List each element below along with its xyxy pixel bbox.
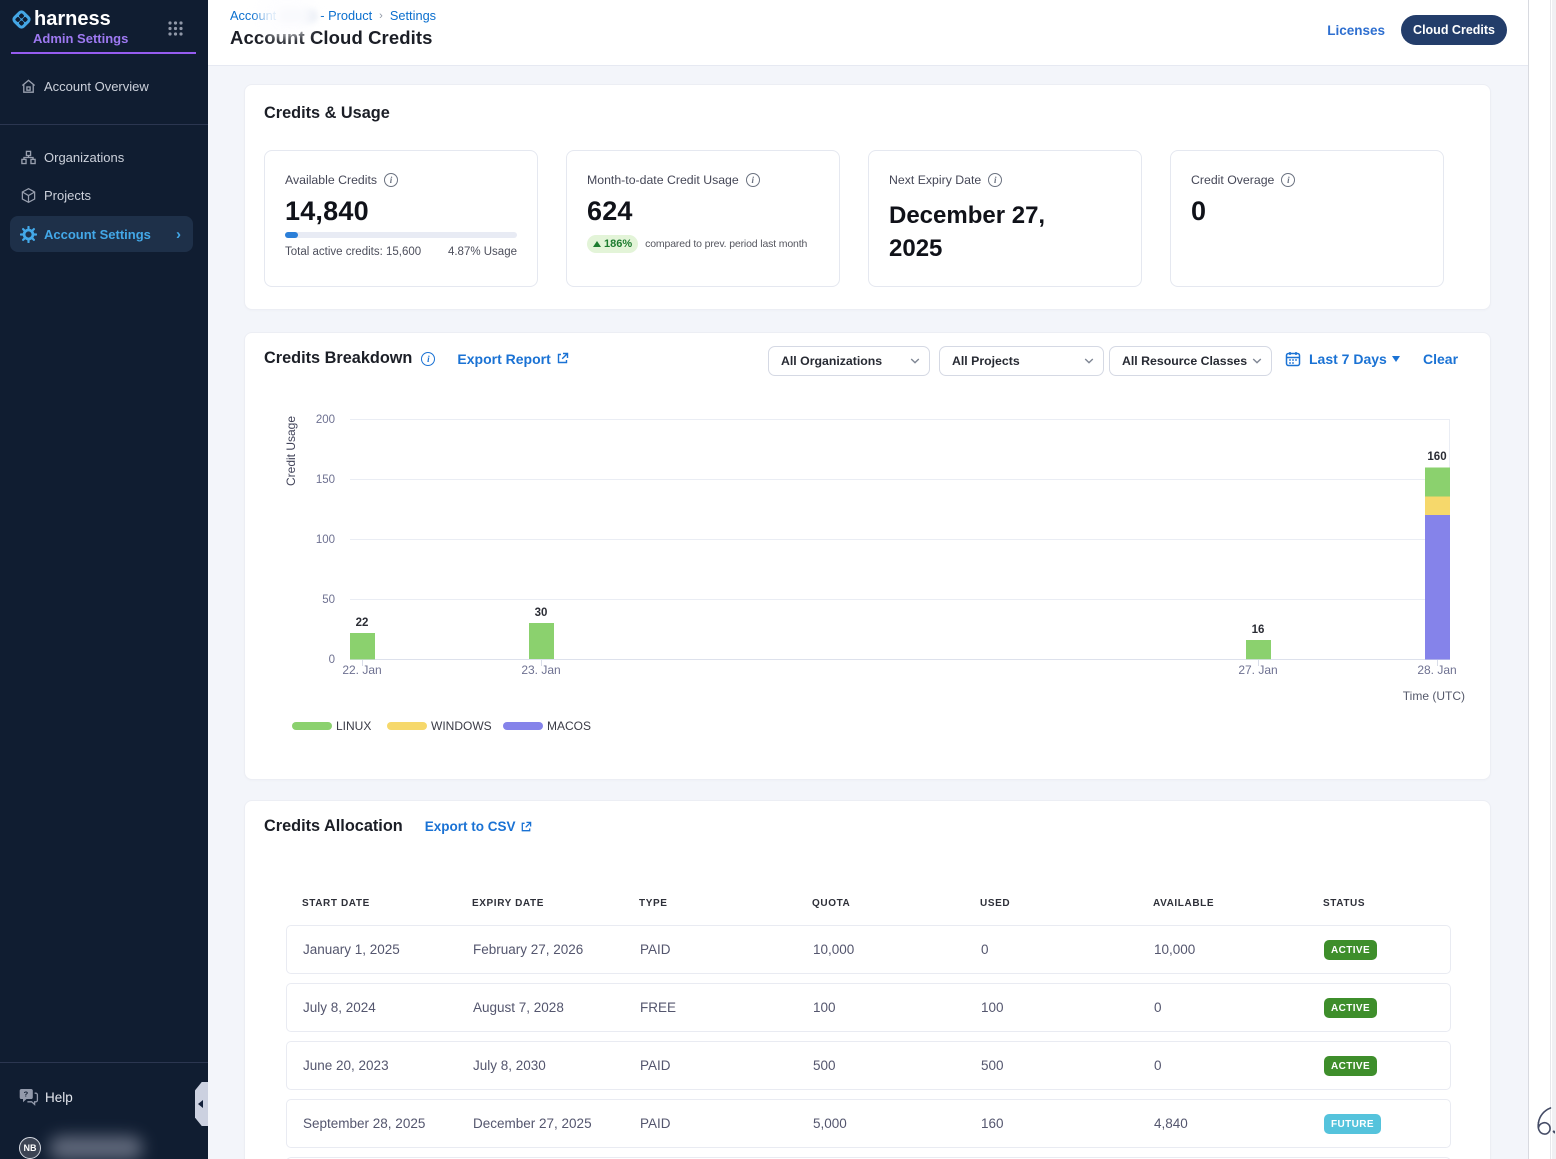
svg-text:27. Jan: 27. Jan <box>1238 663 1277 677</box>
svg-text:28. Jan: 28. Jan <box>1417 663 1456 677</box>
svg-text:16: 16 <box>1252 624 1265 636</box>
svg-text:?: ? <box>24 1090 29 1099</box>
svg-text:150: 150 <box>316 474 335 486</box>
svg-text:23. Jan: 23. Jan <box>521 663 560 677</box>
svg-text:200: 200 <box>316 414 335 426</box>
svg-text:50: 50 <box>322 594 335 606</box>
svg-text:22: 22 <box>356 617 369 629</box>
svg-text:0: 0 <box>329 654 335 666</box>
svg-text:Credit Usage: Credit Usage <box>284 416 298 486</box>
svg-text:30: 30 <box>535 607 548 619</box>
svg-text:Time (UTC): Time (UTC) <box>1403 689 1465 703</box>
svg-text:22. Jan: 22. Jan <box>342 663 381 677</box>
svg-text:160: 160 <box>1427 451 1446 463</box>
svg-text:100: 100 <box>316 534 335 546</box>
